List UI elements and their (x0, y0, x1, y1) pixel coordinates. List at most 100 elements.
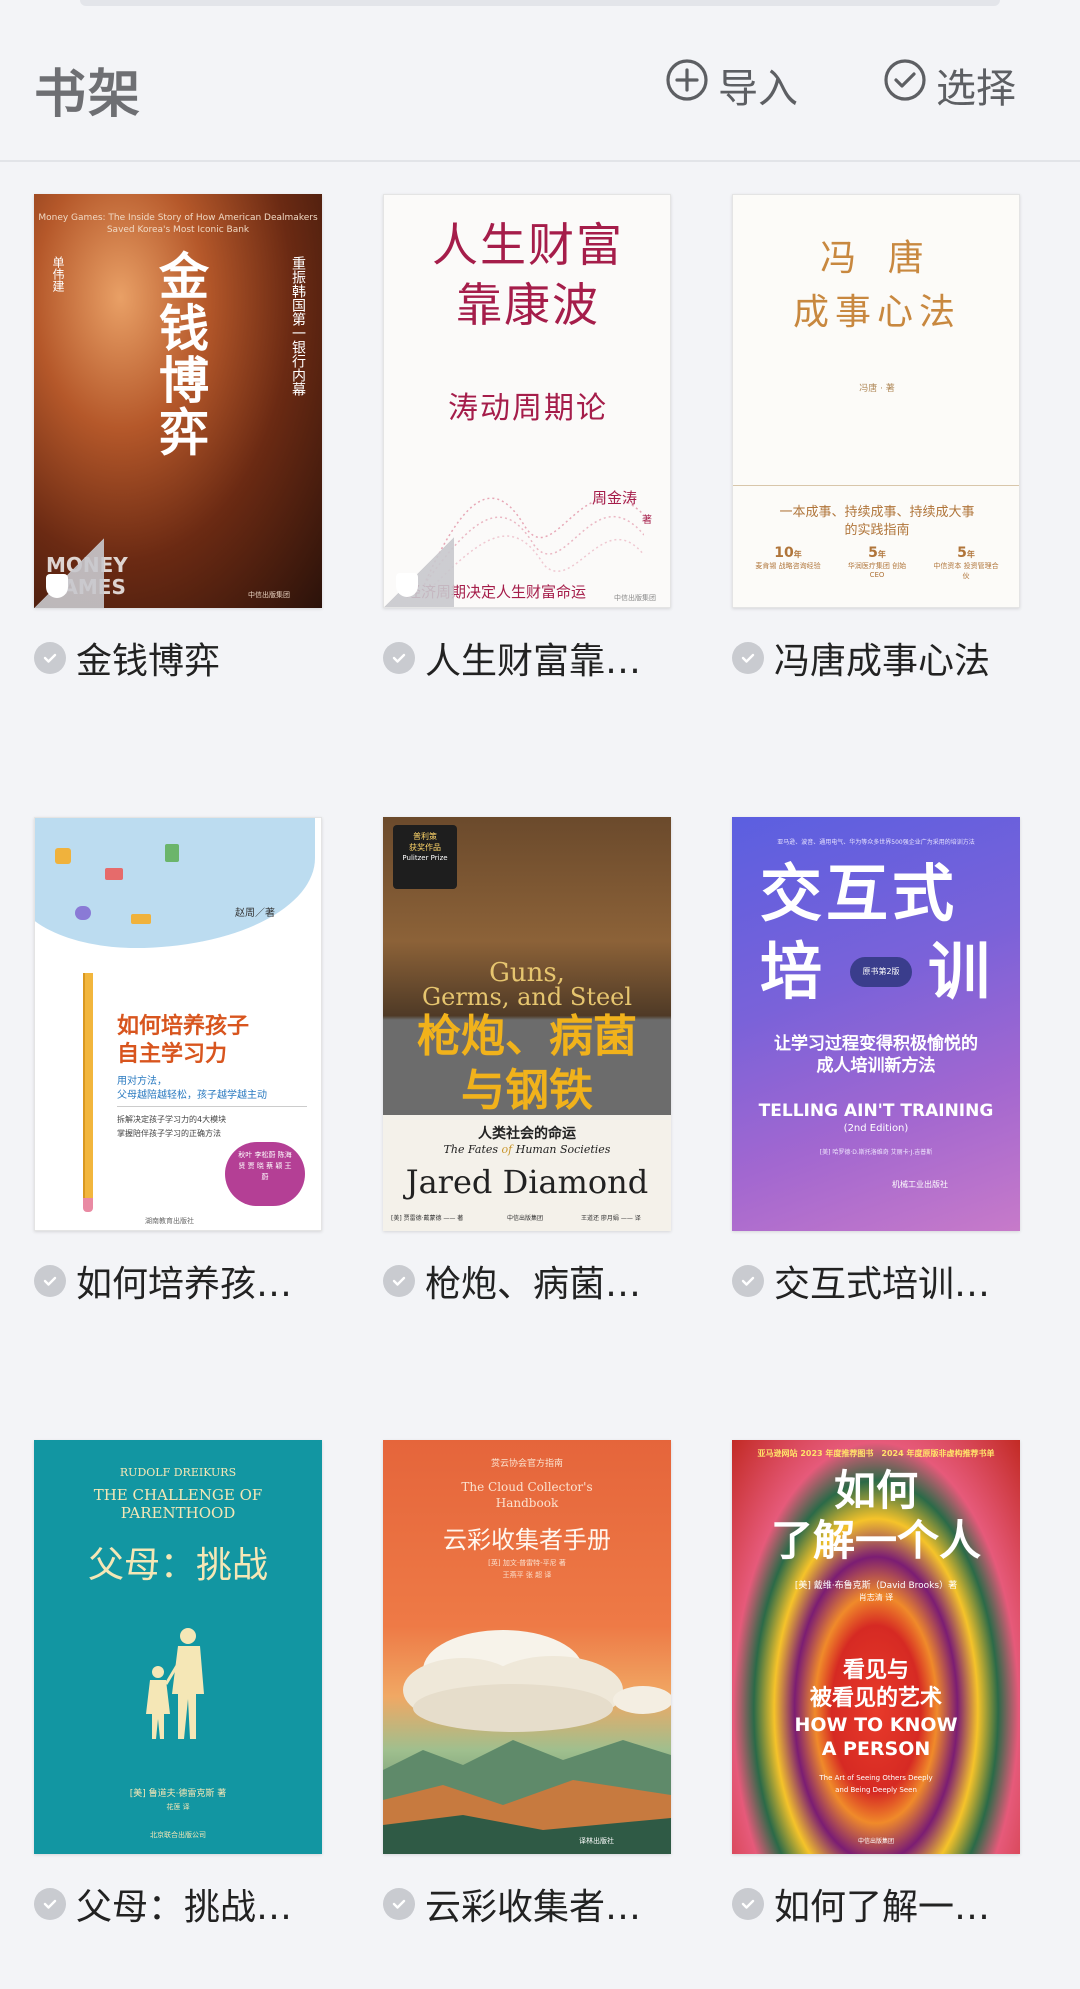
cover-author-en: RUDOLF DREIKURS (119, 1466, 237, 1479)
award-text: Pulitzer Prize (402, 854, 448, 862)
check-icon[interactable] (383, 1265, 415, 1297)
book-title-row: 金钱博弈 (34, 632, 394, 684)
book-cover[interactable]: 亚马逊网站 2023 年度推荐图书 2024 年度原版非虚构推荐书单 如何 了解… (732, 1440, 1020, 1854)
book-item[interactable]: 冯 唐 成事心法 冯唐 · 著 一本成事、持续成事、持续成大事 的实践指南 10… (732, 194, 1020, 682)
doodle-icon (131, 914, 151, 924)
cover-title-line2: 靠康波 (456, 278, 600, 332)
check-icon[interactable] (732, 642, 764, 674)
check-icon[interactable] (34, 642, 66, 674)
book-title-label: 如何了解一… (774, 1887, 991, 1928)
cover-title: 金钱博弈 (151, 250, 210, 458)
cover-title-en: Germs, and Steel (421, 983, 633, 1011)
book-item[interactable]: 人生财富 靠康波 涛动周期论 周金涛 著 经济周期决定人生财富命运 中信出版集团… (383, 194, 671, 682)
cover-subtitle: 人类社会的命运 (478, 1126, 576, 1142)
book-item[interactable]: RUDOLF DREIKURS THE CHALLENGE OF PARENTH… (34, 1440, 322, 1928)
book-title-row: 枪炮、病菌… (383, 1255, 743, 1307)
cover-tagline: 一本成事、持续成事、持续成大事 (779, 505, 975, 520)
book-cover[interactable]: Money Games: The Inside Story of How Ame… (34, 194, 322, 608)
check-icon[interactable] (383, 1888, 415, 1920)
cover-translator: 花莲 译 (166, 1803, 190, 1811)
book-title-label: 父母：挑战… (76, 1887, 293, 1928)
stat-number: 5 (868, 545, 878, 561)
cover-title-line2: 培 (760, 935, 823, 1008)
check-icon[interactable] (34, 1888, 66, 1920)
cover-side-text: 重振韩国第一银行内幕 (290, 256, 306, 396)
book-title-label: 人生财富靠… (425, 641, 642, 682)
cover-author: 冯唐 · 著 (859, 384, 895, 394)
book-title-row: 冯唐成事心法 (732, 632, 1080, 684)
cover-title-line1: 冯 唐 (820, 238, 934, 279)
cover-title-line1: 枪炮、病菌 (417, 1011, 637, 1062)
cover-publisher: 北京联合出版公司 (150, 1831, 206, 1839)
cover-subtitle-en: The Art of Seeing Others Deeply (819, 1774, 933, 1782)
book-item[interactable]: Money Games: The Inside Story of How Ame… (34, 194, 322, 682)
stat-item: 5年 中信资本 投资管理合伙 (931, 545, 1001, 581)
cover-title-line2: 自主学习力 (117, 1042, 228, 1067)
cover-description: 掌握陪伴孩子学习的正确方法 (117, 1129, 221, 1138)
cover-title-en: The Cloud Collector's (461, 1480, 593, 1494)
cover-publisher: 译林出版社 (579, 1837, 614, 1845)
cover-title-en: THE CHALLENGE OF (93, 1486, 263, 1504)
doodle-icon (55, 848, 71, 864)
cover-author: 赵周／著 (235, 908, 275, 919)
cloud-illustration (35, 818, 315, 948)
doodle-icon (105, 868, 123, 880)
cover-top-text: 亚马逊、波音、通用电气、华为等众多世界500强企业广为采用的培训方法 (777, 839, 975, 846)
check-icon[interactable] (732, 1265, 764, 1297)
import-label: 导入 (718, 66, 798, 112)
doodle-icon (165, 844, 179, 862)
cover-subtitle: 用对方法， (117, 1076, 167, 1087)
book-cover[interactable]: 亚马逊、波音、通用电气、华为等众多世界500强企业广为采用的培训方法 交互式 培… (732, 817, 1020, 1231)
book-cover[interactable]: 赵周／著 如何培养孩子 自主学习力 用对方法， 父母越陪越轻松，孩子越学越主动 … (34, 817, 322, 1231)
book-title-row: 人生财富靠… (383, 632, 743, 684)
check-icon[interactable] (732, 1888, 764, 1920)
book-title-label: 金钱博弈 (76, 641, 221, 682)
cover-title-line1: 交互式 (760, 857, 959, 930)
cover-tagline: 的实践指南 (844, 523, 910, 538)
cover-credits: [英] 加文·普雷特-平尼 著 (488, 1559, 566, 1567)
stat-item: 5年 华润医疗集团 创始CEO (842, 545, 912, 579)
book-item[interactable]: 亚马逊、波音、通用电气、华为等众多世界500强企业广为采用的培训方法 交互式 培… (732, 817, 1020, 1305)
cover-subtitle: 成人培训新方法 (816, 1056, 936, 1076)
stat-unit: 年 (966, 550, 975, 559)
subtitle-part: of (501, 1143, 513, 1156)
cover-publisher: 中信出版集团 (248, 591, 290, 599)
check-icon[interactable] (383, 642, 415, 674)
cover-subtitle-en: and Being Deeply Seen (835, 1786, 917, 1794)
book-title-row: 云彩收集者… (383, 1878, 743, 1930)
book-cover[interactable]: 赏云协会官方指南 The Cloud Collector's Handbook … (383, 1440, 671, 1854)
cover-title: 云彩收集者手册 (443, 1526, 611, 1554)
select-button[interactable]: 选择 (882, 58, 1016, 112)
corner-badge (34, 538, 104, 608)
cover-publisher: 机械工业出版社 (892, 1180, 948, 1189)
endorsement-badge: 秋叶 李松蔚 陈海贤 贾 晓 蔡 颖 王 蔚 (225, 1142, 305, 1206)
cover-publisher: 湖南教育出版社 (145, 1217, 194, 1225)
book-cover[interactable]: 人生财富 靠康波 涛动周期论 周金涛 著 经济周期决定人生财富命运 中信出版集团 (383, 194, 671, 608)
book-item[interactable]: 普利策 获奖作品 Pulitzer Prize Guns, Germs, and… (383, 817, 671, 1305)
stat-unit: 年 (877, 550, 886, 559)
book-title-row: 父母：挑战… (34, 1878, 394, 1930)
book-cover[interactable]: 冯 唐 成事心法 冯唐 · 著 一本成事、持续成事、持续成大事 的实践指南 10… (732, 194, 1020, 608)
cover-publisher: 中信出版集团 (614, 594, 656, 602)
cover-author: [美] 戴维·布鲁克斯（David Brooks）著 (794, 1581, 958, 1591)
import-button[interactable]: 导入 (664, 58, 798, 112)
cover-translator: 肖志清 译 (858, 1593, 894, 1602)
wave-lines-decoration (424, 497, 644, 585)
cover-title-line2: 与钢铁 (461, 1065, 593, 1116)
check-icon[interactable] (34, 1265, 66, 1297)
book-cover[interactable]: 普利策 获奖作品 Pulitzer Prize Guns, Germs, and… (383, 817, 671, 1231)
cover-subtitle: 涛动周期论 (448, 391, 608, 426)
award-text: 普利策 (413, 832, 437, 841)
stat-desc: 麦肯锡 战略咨询经验 (755, 562, 821, 570)
stat-desc: 华润医疗集团 创始CEO (847, 562, 907, 579)
cover-publisher: 中信出版集团 (507, 1215, 544, 1222)
cover-title-en: Handbook (495, 1496, 559, 1510)
book-item[interactable]: 赵周／著 如何培养孩子 自主学习力 用对方法， 父母越陪越轻松，孩子越学越主动 … (34, 817, 322, 1305)
book-item[interactable]: 赏云协会官方指南 The Cloud Collector's Handbook … (383, 1440, 671, 1928)
cover-description: 拆解决定孩子学习力的4大模块 (117, 1115, 227, 1124)
doodle-icon (75, 906, 91, 920)
cover-title-en: HOW TO KNOW (794, 1714, 958, 1736)
book-item[interactable]: 亚马逊网站 2023 年度推荐图书 2024 年度原版非虚构推荐书单 如何 了解… (732, 1440, 1020, 1928)
stat-unit: 年 (793, 550, 802, 559)
book-cover[interactable]: RUDOLF DREIKURS THE CHALLENGE OF PARENTH… (34, 1440, 322, 1854)
